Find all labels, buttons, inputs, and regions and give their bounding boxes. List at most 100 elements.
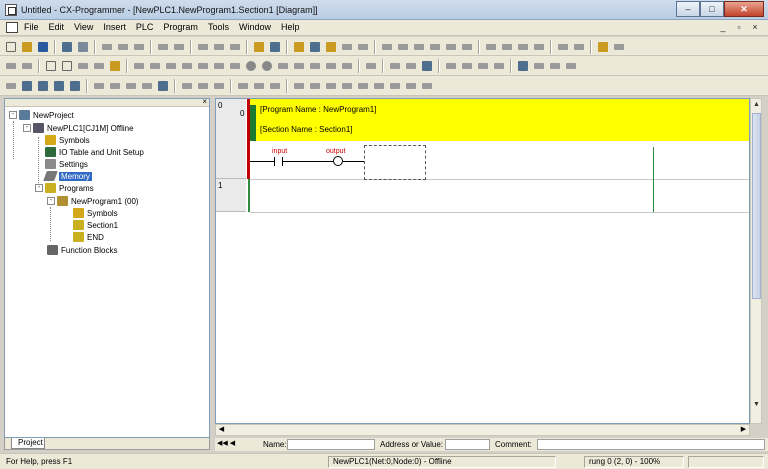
context-help-icon[interactable] xyxy=(268,40,282,54)
document-icon[interactable] xyxy=(6,22,18,33)
output-window-icon[interactable] xyxy=(444,59,458,73)
watch-window-icon[interactable] xyxy=(460,59,474,73)
tree-item-end[interactable]: END xyxy=(73,231,104,243)
sim-continuous-icon[interactable] xyxy=(404,79,418,93)
monitor-comment-icon[interactable] xyxy=(92,59,106,73)
jump-icon[interactable] xyxy=(364,59,378,73)
online-icon[interactable] xyxy=(324,40,338,54)
new-pt-contact-icon[interactable] xyxy=(292,59,306,73)
copy-icon[interactable] xyxy=(116,40,130,54)
scroll-up-icon[interactable]: ▲ xyxy=(752,99,761,110)
menu-program[interactable]: Program xyxy=(163,22,198,32)
sim-step-icon[interactable] xyxy=(356,79,370,93)
data-trace-icon[interactable] xyxy=(68,79,82,93)
redo-icon[interactable] xyxy=(172,40,186,54)
sim-start-icon[interactable] xyxy=(308,79,322,93)
horizontal-scrollbar[interactable]: ◀ ▶ xyxy=(215,424,750,436)
tree-item-project[interactable]: - NewProject xyxy=(9,109,74,121)
symbol-table-icon[interactable] xyxy=(548,59,562,73)
plc-memory-icon[interactable] xyxy=(484,40,498,54)
menu-view[interactable]: View xyxy=(74,22,93,32)
new-horizontal-icon[interactable] xyxy=(228,59,242,73)
hex-display-icon[interactable] xyxy=(212,79,226,93)
sim-step-in-icon[interactable] xyxy=(372,79,386,93)
show-in-column-icon[interactable] xyxy=(108,59,122,73)
menu-tools[interactable]: Tools xyxy=(208,22,229,32)
select-mode-icon[interactable] xyxy=(132,59,146,73)
new-icon[interactable] xyxy=(4,40,18,54)
mdi-restore-button[interactable]: ▫ xyxy=(732,21,746,34)
address-reference-icon[interactable] xyxy=(228,40,242,54)
memory-view-icon[interactable] xyxy=(404,59,418,73)
binary-display-icon[interactable] xyxy=(180,79,194,93)
grid-icon[interactable] xyxy=(44,59,58,73)
watch-icon[interactable] xyxy=(420,59,434,73)
menu-window[interactable]: Window xyxy=(239,22,271,32)
cross-reference-icon[interactable] xyxy=(388,59,402,73)
new-contact-icon[interactable] xyxy=(148,59,162,73)
online-work-icon[interactable] xyxy=(4,79,18,93)
plc-info-icon[interactable] xyxy=(500,40,514,54)
sim-scan-icon[interactable] xyxy=(420,79,434,93)
sim-step-out-icon[interactable] xyxy=(388,79,402,93)
step-out-icon[interactable] xyxy=(252,79,266,93)
compile-icon[interactable] xyxy=(308,40,322,54)
scroll-down-icon[interactable]: ▼ xyxy=(752,399,761,410)
menu-insert[interactable]: Insert xyxy=(103,22,126,32)
info-nav-icon[interactable]: ◀◀ ◀ xyxy=(217,439,235,447)
edit-cursor[interactable] xyxy=(364,145,426,180)
rung-comment-icon[interactable] xyxy=(76,59,90,73)
display-mode-icon[interactable] xyxy=(156,79,170,93)
tree-item-symbols[interactable]: Symbols xyxy=(45,134,90,146)
new-instruction-icon[interactable] xyxy=(276,59,290,73)
scroll-right-icon[interactable]: ▶ xyxy=(738,425,749,435)
step-over-icon[interactable] xyxy=(268,79,282,93)
new-pt-closed-icon[interactable] xyxy=(308,59,322,73)
debug-mode-icon[interactable] xyxy=(444,40,458,54)
tree-item-settings[interactable]: Settings xyxy=(45,158,88,170)
step-in-icon[interactable] xyxy=(236,79,250,93)
tree-item-section1[interactable]: Section1 xyxy=(73,219,118,231)
mdi-close-button[interactable]: × xyxy=(748,21,762,34)
new-coil-icon[interactable] xyxy=(244,59,258,73)
address-field[interactable] xyxy=(445,439,490,450)
menu-file[interactable]: File xyxy=(24,22,39,32)
mdi-minimize-button[interactable]: _ xyxy=(716,21,730,34)
monitor-mode-icon[interactable] xyxy=(460,40,474,54)
project-window-icon[interactable] xyxy=(476,59,490,73)
minimize-button[interactable]: – xyxy=(676,1,700,17)
scroll-thumb[interactable] xyxy=(752,113,761,299)
tree-item-io-table[interactable]: IO Table and Unit Setup xyxy=(45,146,144,158)
new-fb-call-icon[interactable] xyxy=(340,59,354,73)
io-comment-icon[interactable] xyxy=(564,59,578,73)
undo-icon[interactable] xyxy=(156,40,170,54)
zoom-out-icon[interactable] xyxy=(20,59,34,73)
force-off-icon[interactable] xyxy=(572,40,586,54)
monitor-icon[interactable] xyxy=(36,79,50,93)
find-icon[interactable] xyxy=(196,40,210,54)
vertical-scrollbar[interactable]: ▲ ▼ xyxy=(750,98,762,424)
mnemonic-view-icon[interactable] xyxy=(532,59,546,73)
lock-icon[interactable] xyxy=(596,40,610,54)
toggle-online-icon[interactable] xyxy=(20,79,34,93)
cancel-changes-icon[interactable] xyxy=(124,79,138,93)
replace-icon[interactable] xyxy=(212,40,226,54)
plc-setup-icon[interactable] xyxy=(532,40,546,54)
diagram-view-icon[interactable] xyxy=(516,59,530,73)
name-field[interactable] xyxy=(287,439,375,450)
help-icon[interactable] xyxy=(252,40,266,54)
workspace-close-button[interactable]: × xyxy=(202,97,207,106)
ladder-diagram[interactable]: 0 0 1 [Program Name : NewProgram1] [Sect… xyxy=(215,98,750,424)
save-icon[interactable] xyxy=(36,40,50,54)
tree-item-newprogram1[interactable]: - NewProgram1 (00) xyxy=(47,195,139,207)
new-closed-coil-icon[interactable] xyxy=(260,59,274,73)
online-edit-icon[interactable] xyxy=(92,79,106,93)
program-mode-icon[interactable] xyxy=(428,40,442,54)
warning-icon[interactable] xyxy=(292,40,306,54)
address-window-icon[interactable] xyxy=(492,59,506,73)
close-button[interactable]: ✕ xyxy=(724,1,764,17)
new-vertical-icon[interactable] xyxy=(212,59,226,73)
tree-item-plc[interactable]: - NewPLC1[CJ1M] Offline xyxy=(23,122,134,134)
transfer-from-plc-icon[interactable] xyxy=(396,40,410,54)
tree-item-programs[interactable]: - Programs xyxy=(35,182,94,194)
